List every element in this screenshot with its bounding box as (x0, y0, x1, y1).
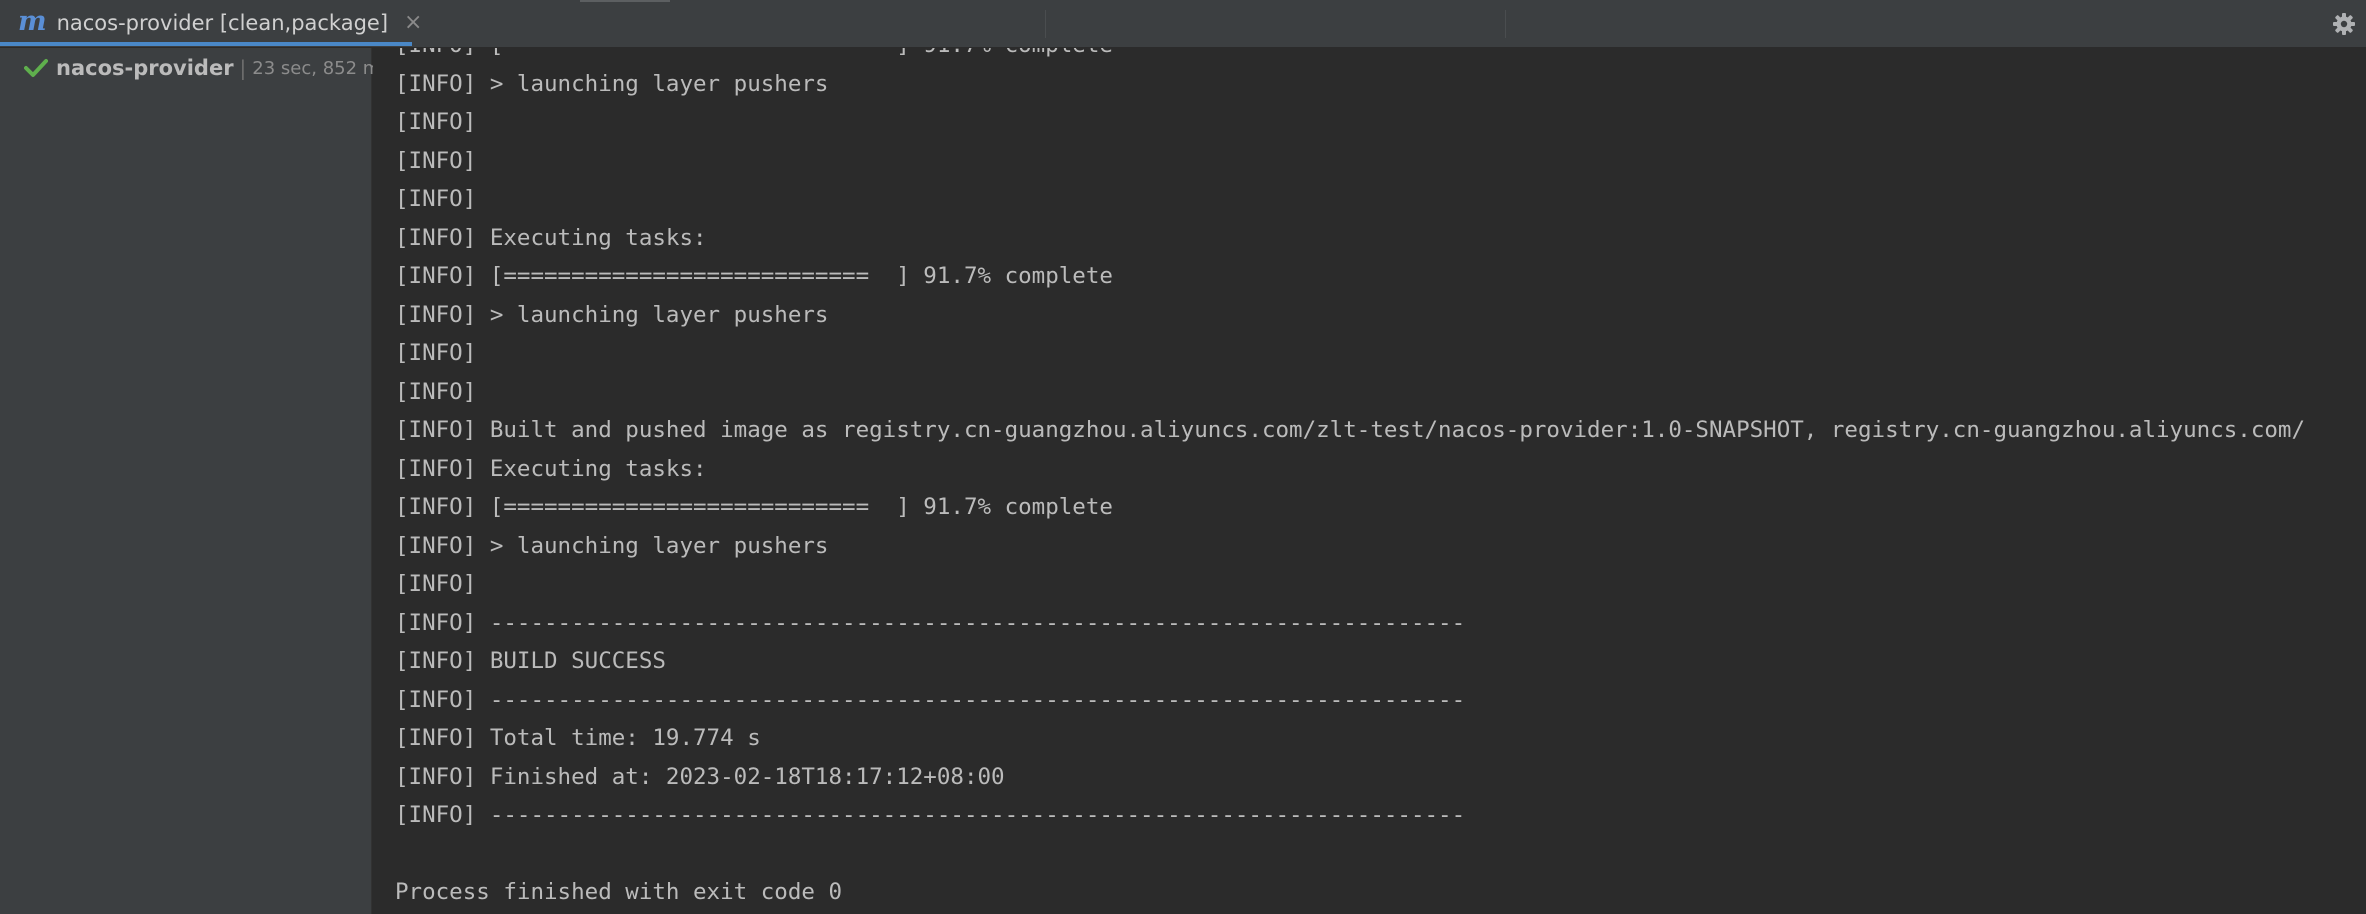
console-line: [INFO] > launching layer pushers (395, 70, 829, 97)
active-tab-indicator (0, 42, 412, 46)
console-line: [INFO] (395, 571, 477, 597)
run-tool-window: m nacos-provider [clean,package] × nacos… (0, 0, 2366, 914)
tab-title: nacos-provider [clean,package] (56, 11, 389, 35)
maven-icon: m (18, 5, 47, 37)
console-line: [INFO] ---------------------------------… (395, 802, 1466, 828)
console-line: [INFO] (395, 147, 477, 174)
close-icon[interactable]: × (404, 12, 422, 34)
console-line: [INFO] > launching layer pushers (395, 532, 829, 559)
console-line: [INFO] Finished at: 2023-02-18T18:17:12+… (395, 763, 1005, 790)
console-line: [INFO] ---------------------------------… (395, 609, 1466, 636)
tab-divider (1505, 10, 1506, 38)
console-output[interactable]: [INFO] [=========================== ] 91… (373, 48, 2366, 914)
console-line: [INFO] BUILD SUCCESS (395, 648, 666, 674)
console-line: [INFO] Total time: 19.774 s (395, 725, 761, 751)
tree-item-label: nacos-provider (56, 56, 234, 80)
console-line: [INFO] Executing tasks: (395, 455, 707, 482)
console-line: [INFO] (395, 340, 477, 366)
top-accent-bar (580, 0, 670, 2)
console-line: [INFO] [=========================== ] 91… (395, 263, 1113, 289)
console-line: [INFO] (395, 378, 477, 405)
console-line: [INFO] [=========================== ] 91… (395, 494, 1113, 520)
tab-divider (1045, 10, 1046, 38)
console-line: [INFO] > launching layer pushers (395, 301, 829, 328)
console-line: [INFO] Built and pushed image as registr… (395, 417, 2306, 443)
build-tree-panel: nacos-provider | 23 sec, 852 ms (0, 48, 390, 914)
console-line: [INFO] (395, 186, 477, 212)
console-line: [INFO] [=========================== ] 91… (395, 48, 2305, 65)
gear-icon[interactable] (2332, 12, 2356, 36)
tree-item-nacos-provider[interactable]: nacos-provider | 23 sec, 852 ms (24, 56, 390, 80)
build-duration: 23 sec, 852 ms (252, 57, 390, 79)
console-line: [INFO] Executing tasks: (395, 224, 707, 251)
check-icon (24, 59, 48, 77)
console-line: [INFO] (395, 109, 477, 135)
console-lines: [INFO] [=========================== ] 91… (395, 48, 2305, 912)
console-line: [INFO] ---------------------------------… (395, 686, 1466, 713)
tab-run-configuration[interactable]: m nacos-provider [clean,package] × (0, 0, 422, 46)
tree-item-separator: | (239, 56, 247, 80)
console-line: Process finished with exit code 0 (395, 879, 843, 905)
run-tab-bar: m nacos-provider [clean,package] × (0, 0, 2366, 48)
